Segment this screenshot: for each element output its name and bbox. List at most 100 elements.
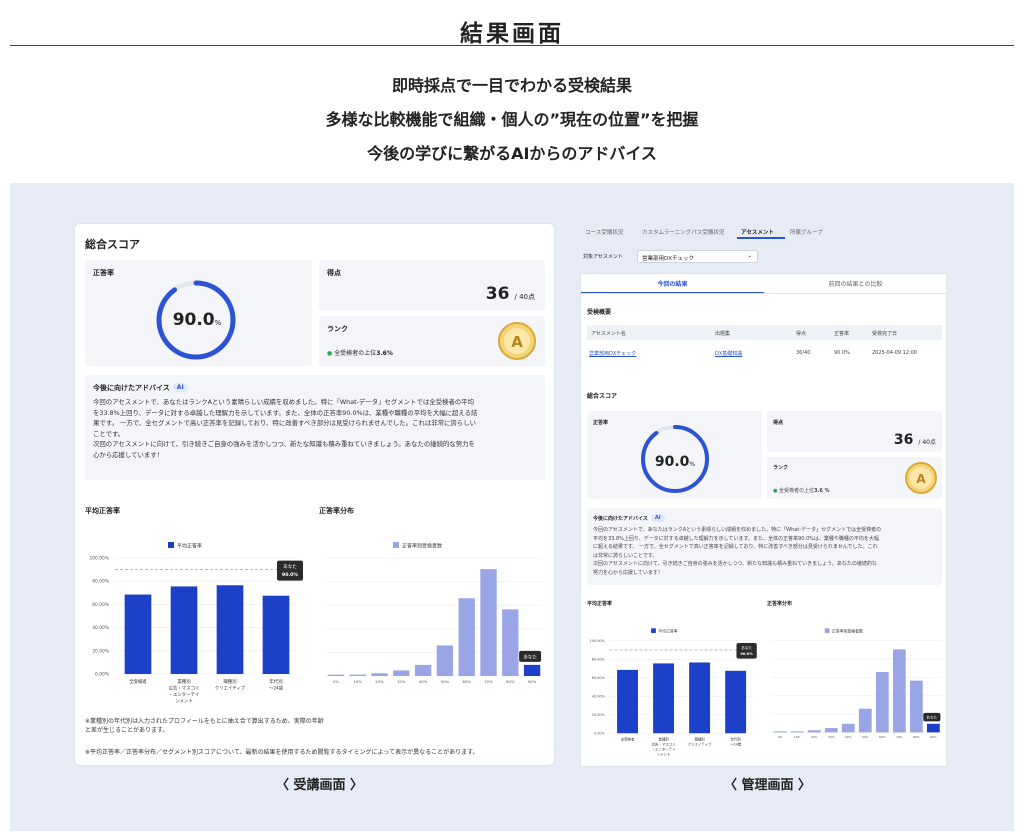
bar bbox=[773, 731, 787, 733]
x-tick-label: 業種別 bbox=[177, 678, 190, 685]
reference-value: 90.0% bbox=[740, 652, 753, 656]
refresh-note: ※平均正答率／正答率分布／セグメント別スコアについて、最新の結果を使用するため閲… bbox=[85, 749, 479, 756]
active-tab-underline bbox=[737, 237, 785, 239]
you-label: あなた bbox=[926, 715, 937, 720]
x-tick-label: ・エンターテイ bbox=[169, 691, 200, 698]
row-set-link[interactable]: DX基礎知識 bbox=[715, 350, 742, 357]
y-tick-label: 40.00% bbox=[592, 694, 606, 698]
rank-medal-icon: A bbox=[498, 322, 536, 360]
advice-text: 今回のアセスメントで、あなたはランクAという素晴らしい成績を収めました。特に「W… bbox=[93, 398, 478, 459]
x-tick-label: 90% bbox=[528, 679, 537, 684]
col-date: 受検完了日 bbox=[872, 331, 898, 337]
x-tick-label: 20% bbox=[811, 735, 818, 739]
bar bbox=[725, 670, 747, 734]
x-tick-label: 0% bbox=[778, 735, 783, 739]
bar bbox=[858, 708, 872, 733]
legend-label: 正答率別受検者数 bbox=[832, 629, 863, 634]
you-label: あなた bbox=[523, 653, 537, 660]
bar bbox=[262, 595, 290, 674]
score-readout: 36 / 40点 bbox=[486, 284, 535, 304]
bar bbox=[371, 673, 388, 676]
bar bbox=[170, 586, 198, 674]
highlight-bar bbox=[926, 723, 940, 733]
bar bbox=[875, 672, 889, 733]
y-tick-label: 20.00% bbox=[92, 648, 109, 654]
bar bbox=[327, 674, 345, 676]
bar bbox=[502, 609, 519, 676]
avg-accuracy-chart: 平均正答率 0.00% 20.00% 40.00% 60.00% 80.00% 100.00… bbox=[89, 542, 303, 705]
subtab-current[interactable]: 今回の結果 bbox=[581, 279, 764, 288]
svg-text:A: A bbox=[916, 472, 926, 486]
admin-rank-medal-icon: A bbox=[905, 462, 937, 494]
x-tick-label: 職種別 bbox=[694, 736, 705, 741]
y-tick-label: 100.00% bbox=[89, 556, 109, 562]
admin-rank-text: ● 全受検者の上位3.6 % bbox=[773, 488, 830, 494]
x-tick-label: 70% bbox=[896, 735, 903, 739]
bar bbox=[689, 662, 711, 734]
legend-label: 平均正答率 bbox=[177, 543, 202, 550]
score-value: 36 bbox=[485, 284, 510, 304]
tagline-3: 今後の学びに繋がるAIからのアドバイス bbox=[367, 144, 657, 163]
ai-badge: AI bbox=[172, 383, 188, 392]
row-assessment-link[interactable]: 営業部用DXチェック bbox=[589, 350, 636, 357]
y-tick-label: 0.00% bbox=[95, 672, 109, 678]
bar bbox=[480, 569, 497, 676]
bar bbox=[807, 730, 821, 733]
bar bbox=[349, 674, 366, 676]
reference-label: あなた bbox=[741, 645, 752, 650]
x-tick-label: 30% bbox=[828, 735, 835, 739]
overall-score-title: 総合スコア bbox=[85, 238, 140, 251]
title-divider bbox=[10, 45, 1014, 46]
admin-score-panel: 得点 36 / 40点 bbox=[767, 411, 942, 452]
admin-overall-title: 総合スコア bbox=[587, 393, 618, 400]
tab-assessment[interactable]: アセスメント bbox=[741, 228, 774, 236]
bar bbox=[414, 664, 432, 676]
x-tick-label: クリエイティブ bbox=[688, 741, 712, 746]
y-tick-label: 60.00% bbox=[92, 602, 109, 608]
rank-grade: A bbox=[511, 333, 523, 351]
subtab-compare[interactable]: 前回の結果との比較 bbox=[764, 279, 946, 288]
y-tick-label: 40.00% bbox=[92, 625, 109, 631]
bar bbox=[892, 649, 906, 733]
bar bbox=[790, 731, 804, 733]
advice-title: 今後に向けたアドバイス AI bbox=[93, 383, 188, 393]
bar bbox=[653, 663, 675, 734]
col-rate: 正答率 bbox=[834, 331, 850, 337]
dist-chart-title: 正答率分布 bbox=[319, 507, 354, 515]
x-tick-label: 年代別 bbox=[730, 736, 741, 741]
bar bbox=[617, 669, 638, 734]
rank-description: ● 全受検者の上位3.6% bbox=[327, 348, 393, 357]
x-tick-label: 20% bbox=[375, 679, 384, 684]
legend-swatch bbox=[824, 628, 830, 633]
tab-learning-path[interactable]: カスタムラーニングパス受講状況 bbox=[642, 228, 724, 236]
accuracy-readout: 90.0% bbox=[165, 310, 229, 330]
tagline-2: 多様な比較機能で組織・個人の”現在の位置”を把握 bbox=[325, 110, 699, 129]
reference-value: 90.0% bbox=[282, 572, 298, 578]
tab-course-status[interactable]: コース受講状況 bbox=[585, 228, 623, 236]
accuracy-unit: % bbox=[214, 319, 222, 327]
x-tick-label: 60% bbox=[462, 679, 471, 684]
legend-swatch bbox=[393, 542, 399, 548]
rank-percent: 3.6% bbox=[376, 350, 393, 357]
admin-caption: 〈 管理画面 〉 bbox=[724, 778, 812, 793]
row-date: 2025-04-09 12:00 bbox=[872, 350, 918, 356]
accuracy-distribution-chart: 正答率別受検者数 0% 10% 20% 30% 40% 50% 60% 70% 80% 90% あなた bbox=[325, 542, 543, 684]
age-note: ※業種別の年代別は入力されたプロフィールをもとに抽え合で算出するため、実際の年齢… bbox=[85, 718, 324, 734]
bar bbox=[458, 598, 475, 676]
x-tick-label: 広告・マスコミ bbox=[169, 685, 200, 692]
x-tick-label: ンメント bbox=[657, 752, 671, 756]
subtab-divider bbox=[581, 293, 946, 294]
assessment-select[interactable]: 営業部用DXチェック ⌄ bbox=[637, 250, 758, 263]
rank-label: ランク bbox=[327, 325, 348, 333]
y-tick-label: 60.00% bbox=[592, 676, 606, 680]
admin-accuracy-distribution-chart: 正答率別受検者数 0% 10% 20% 30% 40% 50% 60% 70% 80% 90% あなた bbox=[771, 628, 942, 739]
x-tick-label: 30% bbox=[397, 679, 406, 684]
filter-label: 対象アセスメント bbox=[583, 254, 623, 260]
x-tick-label: 70% bbox=[484, 679, 493, 684]
x-tick-label: ～24歳 bbox=[269, 685, 284, 692]
bar bbox=[436, 645, 454, 676]
admin-score-label: 得点 bbox=[773, 420, 784, 426]
admin-rank-panel: ランク ● 全受検者の上位3.6 % A bbox=[767, 457, 942, 499]
tab-groups[interactable]: 所属グループ bbox=[790, 228, 823, 236]
tagline-1: 即時採点で一目でわかる受検結果 bbox=[391, 76, 632, 95]
